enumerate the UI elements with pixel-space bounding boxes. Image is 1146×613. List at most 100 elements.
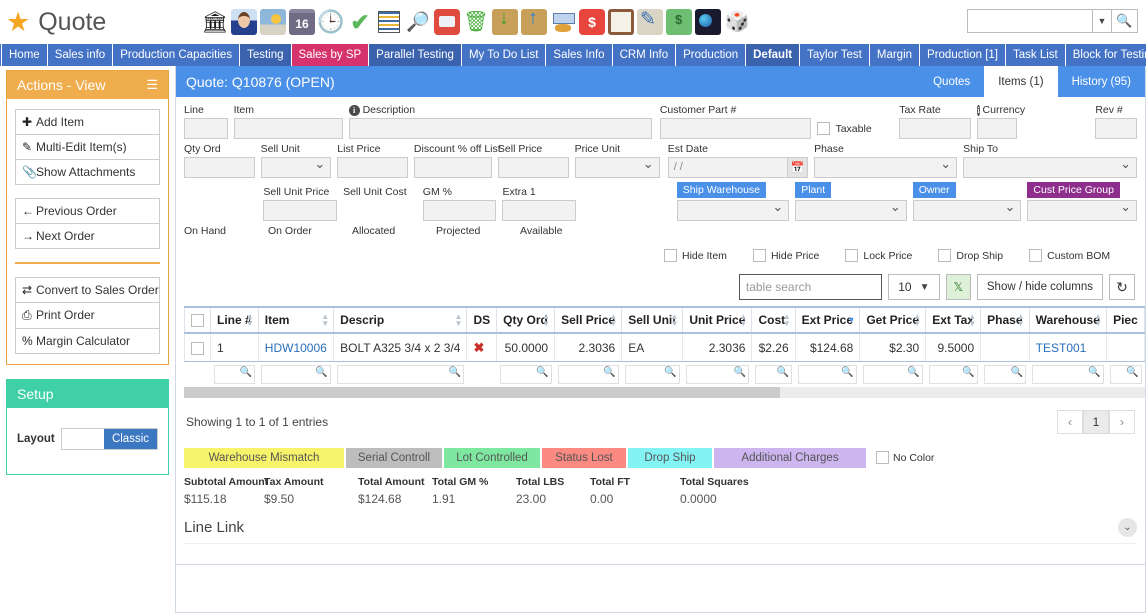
nav-tab-my-to-do-list[interactable]: My To Do List bbox=[461, 44, 547, 66]
info-icon[interactable]: i bbox=[348, 104, 360, 116]
col-header-phase[interactable]: Phase ▲ ▼ bbox=[980, 305, 1030, 335]
rev-input[interactable] bbox=[1095, 118, 1138, 139]
ship-warehouse-select[interactable] bbox=[676, 199, 790, 221]
nav-tab-testing[interactable]: Testing bbox=[240, 44, 292, 66]
col-header-ext-tax[interactable]: Ext Tax ▲ ▼ bbox=[925, 305, 982, 335]
filter-input[interactable] bbox=[1109, 364, 1142, 384]
col-header-unit-price[interactable]: Unit Price ▲ ▼ bbox=[682, 305, 753, 335]
extra-1-input[interactable] bbox=[502, 200, 577, 221]
sell-price-input[interactable] bbox=[497, 157, 569, 178]
page-length-select[interactable]: 10 ▼ bbox=[887, 274, 940, 300]
sidebar-item-previous-order[interactable]: ← Previous Order bbox=[16, 199, 159, 224]
col-header-descrip[interactable]: Descrip ▲ ▼ bbox=[333, 305, 468, 335]
row-checkbox[interactable] bbox=[191, 341, 204, 355]
nav-tab-sales-info[interactable]: Sales Info bbox=[546, 44, 613, 66]
sidebar-item-multi-edit-items[interactable]: ✎ Multi-Edit Item(s) bbox=[16, 135, 159, 160]
tax-rate-input[interactable] bbox=[899, 118, 972, 139]
checkbox-box[interactable] bbox=[664, 249, 677, 262]
col-header-sell-price[interactable]: Sell Price ▲ ▼ bbox=[554, 305, 623, 335]
nav-tab-production[interactable]: Production bbox=[676, 44, 747, 66]
global-search-input[interactable] bbox=[967, 9, 1092, 33]
nav-tab-production-1[interactable]: Production [1] bbox=[920, 44, 1006, 66]
search-globe-icon[interactable]: 🔎 bbox=[405, 9, 431, 35]
nav-tab-sales-info[interactable]: Sales info bbox=[47, 44, 114, 66]
checkbox-drop-ship[interactable]: Drop Ship bbox=[938, 249, 1003, 262]
customer-part-input[interactable] bbox=[659, 118, 812, 139]
phase-select[interactable] bbox=[814, 156, 958, 178]
col-header-ext-price[interactable]: Ext Price ▼ bbox=[794, 305, 861, 335]
gm-pct-input[interactable] bbox=[422, 200, 497, 221]
checkbox-custom-bom[interactable]: Custom BOM bbox=[1029, 249, 1110, 262]
checkbox-box[interactable] bbox=[938, 249, 952, 262]
nav-tab-parallel-testing[interactable]: Parallel Testing bbox=[369, 44, 462, 66]
ship-warehouse-tag[interactable]: Ship Warehouse bbox=[676, 182, 789, 200]
plant-tag[interactable]: Plant bbox=[795, 182, 907, 200]
est-date-input[interactable]: / / bbox=[669, 158, 787, 177]
calendar-icon[interactable]: 📅 bbox=[787, 158, 808, 177]
filter-input[interactable] bbox=[213, 364, 256, 384]
sort-arrow-icon[interactable]: ▲ ▼ bbox=[609, 313, 617, 328]
price-unit-select[interactable] bbox=[574, 156, 660, 178]
nav-tab-default[interactable]: Default bbox=[746, 44, 801, 66]
cell-link[interactable]: TEST001 bbox=[1036, 341, 1087, 355]
pagination-page-1[interactable]: 1 bbox=[1083, 409, 1109, 434]
col-header-qty-ord[interactable]: Qty Ord ▲ ▼ bbox=[496, 305, 556, 335]
person-icon[interactable] bbox=[231, 9, 257, 35]
hamburger-icon[interactable]: ☰ bbox=[146, 77, 158, 93]
sell-unit-select[interactable] bbox=[260, 156, 332, 178]
table-search-input[interactable]: table search bbox=[738, 274, 882, 300]
outbox-upload-icon[interactable] bbox=[521, 9, 547, 35]
bank-icon[interactable]: 🏛 bbox=[202, 9, 228, 35]
line-link-section[interactable]: Line Link ⌄ bbox=[184, 517, 1137, 544]
col-header-piec[interactable]: Piec bbox=[1106, 305, 1145, 335]
col-header-get-price[interactable]: Get Price ▲ ▼ bbox=[859, 305, 927, 335]
nav-tab-production-capacities[interactable]: Production Capacities bbox=[113, 44, 241, 66]
owner-select[interactable] bbox=[912, 199, 1022, 221]
search-icon[interactable]: 🔍 bbox=[1112, 9, 1138, 33]
chevron-down-icon[interactable]: ▼ bbox=[1092, 9, 1112, 33]
pagination-next[interactable]: › bbox=[1109, 409, 1135, 434]
sort-arrow-icon[interactable]: ▲ ▼ bbox=[670, 313, 678, 328]
checkbox-lock-price[interactable]: Lock Price bbox=[845, 249, 912, 262]
calendar-16-icon[interactable]: 16 bbox=[289, 9, 315, 35]
checkbox-box[interactable] bbox=[752, 249, 766, 262]
sort-arrow-icon[interactable]: ▲ ▼ bbox=[1017, 313, 1025, 328]
list-price-input[interactable] bbox=[337, 157, 408, 178]
checkbox-hide-item[interactable]: Hide Item bbox=[664, 249, 727, 262]
filter-input[interactable] bbox=[624, 364, 680, 384]
spreadsheet-icon[interactable] bbox=[376, 9, 402, 35]
sort-arrow-icon[interactable]: ▲ ▼ bbox=[913, 313, 921, 328]
quote-tabs[interactable]: Quotes Items (1) History (95) bbox=[919, 66, 1145, 97]
sidebar-item-next-order[interactable]: → Next Order bbox=[16, 224, 159, 248]
check-icon[interactable]: ✔ bbox=[347, 9, 373, 35]
no-color-checkbox[interactable] bbox=[876, 451, 889, 465]
photo-icon[interactable] bbox=[260, 9, 286, 35]
sort-arrow-icon[interactable]: ▲ ▼ bbox=[968, 313, 976, 328]
nav-tab-margin[interactable]: Margin bbox=[869, 44, 921, 66]
layout-input-field[interactable] bbox=[61, 429, 104, 449]
filter-input[interactable] bbox=[261, 364, 331, 384]
filter-input[interactable] bbox=[983, 364, 1027, 384]
nav-tab-block-for-testing[interactable]: Block for Testing bbox=[1065, 44, 1146, 66]
plant-select[interactable] bbox=[795, 199, 907, 221]
cust-price-group-select[interactable] bbox=[1027, 199, 1137, 221]
no-color-checkbox-row[interactable]: No Color bbox=[876, 451, 934, 465]
layout-control[interactable]: Classic bbox=[60, 428, 158, 450]
qty-ord-input[interactable] bbox=[184, 157, 255, 178]
inbox-download-icon[interactable] bbox=[492, 9, 518, 35]
sidebar-item-margin-calculator[interactable]: % Margin Calculator bbox=[16, 329, 159, 353]
dollar-chat-icon[interactable]: $ bbox=[579, 9, 605, 35]
col-header-warehouse[interactable]: Warehouse ▲ ▼ bbox=[1028, 305, 1108, 335]
table-filter-row[interactable] bbox=[184, 361, 1145, 387]
global-search[interactable]: ▼ 🔍 bbox=[967, 9, 1138, 33]
taxable-checkbox[interactable] bbox=[817, 122, 831, 135]
sidebar-item-add-item[interactable]: ✚ Add Item bbox=[16, 110, 159, 135]
pagination[interactable]: ‹ 1 › bbox=[1057, 409, 1135, 434]
discount-off-list-input[interactable] bbox=[413, 157, 492, 178]
sort-arrow-icon[interactable]: ▲ ▼ bbox=[783, 313, 791, 328]
filter-input[interactable] bbox=[557, 364, 619, 384]
select-all-checkbox[interactable] bbox=[191, 314, 204, 328]
line-input[interactable] bbox=[184, 118, 228, 139]
checkbox-hide-price[interactable]: Hide Price bbox=[752, 249, 819, 262]
nav-tab-sales-by-sp[interactable]: Sales by SP bbox=[291, 44, 370, 66]
